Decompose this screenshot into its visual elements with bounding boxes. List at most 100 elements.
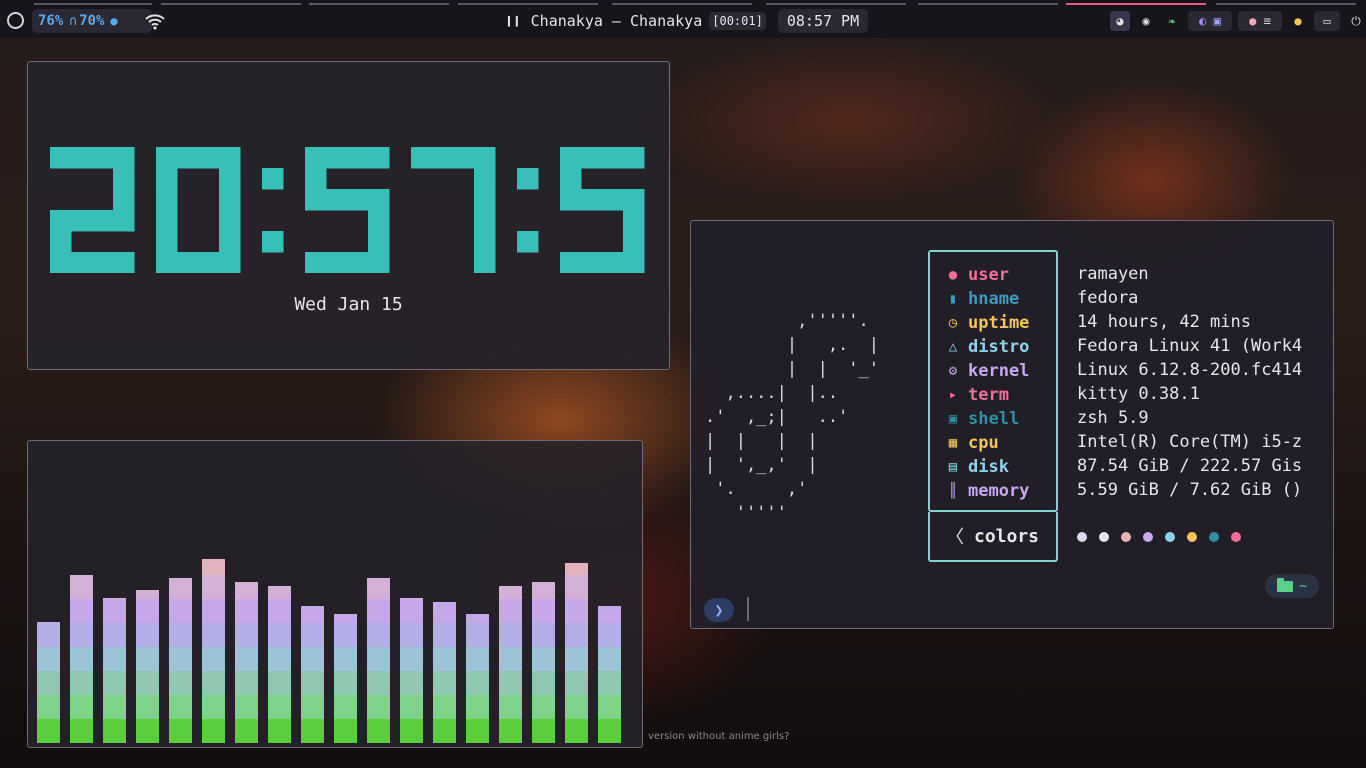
discord-icon[interactable]: ◕: [1110, 11, 1130, 31]
visualizer-bar: [400, 598, 423, 743]
visualizer-bar: [367, 578, 390, 743]
workspace-indicator[interactable]: [766, 3, 906, 5]
fetch-label-text: user: [968, 265, 1009, 285]
headphones-level: 70%: [79, 13, 105, 29]
fetch-value-distro: Fedora Linux 41 (Work4: [1077, 336, 1303, 356]
user-icon: ●: [948, 267, 958, 283]
gear-icon: ⚙: [948, 363, 958, 379]
fetch-label-term: ▸ term: [944, 383, 1009, 407]
menu-icon: ≡: [1263, 14, 1271, 28]
visualizer-bar: [202, 559, 225, 743]
visualizer-bar: [235, 582, 258, 743]
workspace-indicator[interactable]: [309, 3, 449, 5]
directory-label: ~: [1299, 578, 1307, 594]
fetch-label-text: distro: [968, 337, 1030, 357]
visualizer-bar: [70, 575, 93, 743]
fetch-value-hname: fedora: [1077, 288, 1139, 308]
visualizer-bar: [598, 606, 621, 743]
palette-swatch: [1121, 532, 1131, 542]
media-title: Chanakya – Chanakya: [530, 12, 703, 30]
fetch-value-memory: 5.59 GiB / 7.62 GiB (): [1077, 480, 1303, 500]
terminal-icon: ▸: [948, 387, 958, 403]
fetch-label-text: memory: [968, 481, 1030, 501]
terminal-window[interactable]: ,'''''. | ,. | | | '_' ,....| |.. .' ,_;…: [690, 220, 1334, 629]
visualizer-bar: [466, 614, 489, 743]
fetch-label-text: term: [968, 385, 1009, 405]
fetch-value-term: kitty 0.38.1: [1077, 384, 1200, 404]
clock-icon: ◷: [948, 315, 958, 331]
fetch-label-shell: ▣ shell: [944, 407, 1019, 431]
colors-box: 〈 colors: [928, 512, 1058, 562]
fetch-value-disk: 87.54 GiB / 222.57 Gis: [1077, 456, 1303, 476]
clock-separator: [517, 168, 539, 253]
fetch-value-cpu: Intel(R) Core(TM) i5-z: [1077, 432, 1303, 452]
fetch-label-user: ● user: [944, 263, 1009, 287]
fetch-label-uptime: ◷ uptime: [944, 311, 1030, 335]
server-icon: ▮: [948, 291, 958, 307]
wallpaper-hint: version without anime girls?: [648, 731, 790, 742]
fetch-label-kernel: ⚙ kernel: [944, 359, 1030, 383]
fetch-label-text: cpu: [968, 433, 999, 453]
clock-date: Wed Jan 15: [294, 294, 403, 315]
colors-label: colors: [974, 525, 1040, 547]
text-cursor[interactable]: [747, 597, 749, 621]
audio-status[interactable]: 76% ∩ 70% ●: [32, 9, 152, 33]
fedora-logo-icon[interactable]: [7, 12, 24, 29]
visualizer-bar: [532, 582, 555, 743]
fetch-label-text: hname: [968, 289, 1020, 309]
volume-level: 76%: [38, 13, 64, 29]
disk-icon: ▤: [948, 459, 958, 475]
workspace-indicator[interactable]: [458, 3, 598, 5]
visualizer-bar: [565, 563, 588, 743]
wifi-icon[interactable]: [144, 9, 166, 33]
fetch-label-text: uptime: [968, 313, 1030, 333]
clock-digit-2: [50, 147, 135, 273]
clock-digit-0: [156, 147, 241, 273]
directory-indicator: ~: [1265, 574, 1319, 598]
fetch-labels-box: ● user ▮ hname ◷ uptime △ distro ⚙ kernel ▸ term ▣ sh…: [928, 250, 1058, 512]
avatar-icon: ●: [1249, 14, 1257, 28]
visualizer-bar: [499, 586, 522, 743]
workspace-indicator[interactable]: [612, 3, 752, 5]
fetch-value-user: ramayen: [1077, 264, 1149, 284]
visualizer-bar: [268, 586, 291, 743]
microphone-icon[interactable]: ●: [110, 14, 117, 28]
visualizer-bars: [37, 559, 621, 743]
folder-icon: [1277, 577, 1294, 592]
fetch-label-text: shell: [968, 409, 1020, 429]
chip-icon: ▦: [948, 435, 958, 451]
workspace-indicator[interactable]: [34, 3, 152, 5]
fetch-label-cpu: ▦ cpu: [944, 431, 999, 455]
workspace-indicator[interactable]: [1216, 3, 1356, 5]
fetch-label-distro: △ distro: [944, 335, 1030, 359]
top-bar: 76% ∩ 70% ● ❙❙ Chanakya – Chanakya [00:0…: [0, 0, 1366, 38]
clock-separator: [262, 168, 284, 253]
memory-icon: ║: [948, 483, 958, 499]
palette-swatch: [1077, 532, 1087, 542]
digital-clock: [50, 147, 645, 273]
workspace-indicator[interactable]: [918, 3, 1058, 5]
shell-prompt: ❯: [704, 598, 734, 622]
clock-time[interactable]: 08:57 PM: [778, 9, 868, 33]
palette-swatch: [1165, 532, 1175, 542]
workspace-indicator[interactable]: [161, 3, 301, 5]
fetch-value-shell: zsh 5.9: [1077, 408, 1149, 428]
clock-widget: Wed Jan 15: [27, 61, 670, 370]
pause-icon[interactable]: ❙❙: [505, 14, 521, 29]
status-icons: ◕ ◉ ❧ ◐ ▣ ● ≡ ● ▭ ⏻: [1110, 9, 1366, 33]
night-light-icon[interactable]: ●: [1288, 11, 1308, 31]
workspace-indicator-active[interactable]: [1066, 3, 1206, 5]
shell-icon: ▣: [948, 411, 958, 427]
clock-digit-7: [411, 147, 496, 273]
media-player[interactable]: ❙❙ Chanakya – Chanakya [00:01]: [505, 9, 766, 33]
fetch-value-kernel: Linux 6.12.8-200.fc414: [1077, 360, 1303, 380]
system-monitor[interactable]: ◐ ▣: [1188, 11, 1232, 31]
linux-icon: △: [948, 339, 958, 355]
eye-icon[interactable]: ◉: [1136, 11, 1156, 31]
palette-swatch: [1143, 532, 1153, 542]
power-icon[interactable]: ⏻: [1346, 11, 1366, 31]
palette-swatch: [1231, 532, 1241, 542]
user-menu[interactable]: ● ≡: [1238, 11, 1282, 31]
leaf-icon[interactable]: ❧: [1162, 11, 1182, 31]
battery-icon[interactable]: ▭: [1314, 11, 1340, 31]
